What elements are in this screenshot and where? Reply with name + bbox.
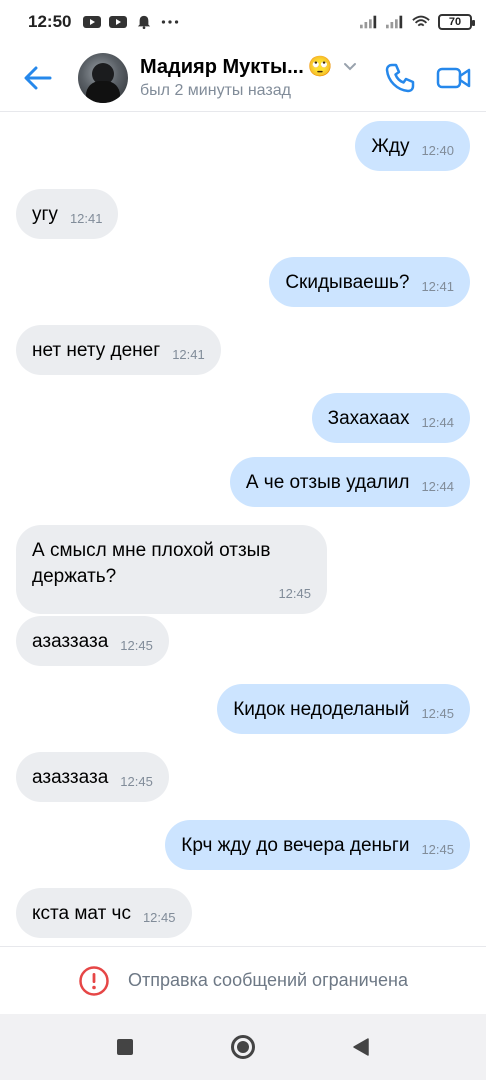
- message-time: 12:41: [172, 347, 205, 362]
- restriction-text: Отправка сообщений ограничена: [128, 970, 408, 990]
- message-incoming[interactable]: угу 12:41: [16, 189, 119, 239]
- message-time: 12:45: [278, 586, 311, 601]
- message-incoming[interactable]: нет нету денег 12:41: [16, 325, 221, 375]
- square-icon: [117, 1039, 133, 1055]
- chevron-down-icon: [343, 63, 356, 71]
- message-time: 12:45: [120, 638, 153, 653]
- triangle-back-icon: [353, 1038, 369, 1056]
- message-outgoing[interactable]: Жду 12:40: [355, 121, 470, 171]
- video-call-button[interactable]: [436, 60, 472, 96]
- youtube-icon: [83, 16, 102, 28]
- recent-apps-button[interactable]: [105, 1027, 145, 1067]
- contact-status: был 2 минуты назад: [140, 81, 291, 99]
- message-outgoing[interactable]: Скидываешь? 12:41: [269, 257, 470, 307]
- message-text: Жду: [371, 136, 410, 157]
- contact-info[interactable]: Мадияр Мукты... 🙄 был 2 минуты назад: [140, 56, 357, 100]
- back-button[interactable]: [10, 50, 66, 106]
- message-outgoing[interactable]: А че отзыв удалил 12:44: [229, 457, 470, 507]
- message-text: азаззаза: [32, 631, 109, 652]
- message-text: азаззаза: [32, 767, 109, 788]
- system-navigation-bar: [0, 1014, 486, 1080]
- arrow-left-icon: [24, 66, 52, 89]
- message-text: нет нету денег: [32, 340, 161, 361]
- home-button[interactable]: [223, 1027, 263, 1067]
- message-incoming[interactable]: азаззаза 12:45: [16, 616, 169, 666]
- signal-icon: [360, 15, 377, 29]
- avatar[interactable]: [78, 52, 128, 103]
- message-incoming[interactable]: А смысл мне плохой отзыв держать? 12:45: [16, 525, 327, 614]
- message-time: 12:40: [421, 143, 454, 158]
- message-text: А смысл мне плохой отзыв держать?: [32, 540, 271, 587]
- signal-icon: [386, 15, 403, 29]
- message-text: угу: [32, 204, 58, 225]
- status-bar: 12:50 70: [0, 0, 486, 44]
- more-dots-icon: [162, 20, 179, 24]
- message-list[interactable]: Жду 12:40 угу 12:41 Скидываешь? 12:41 не…: [0, 113, 486, 945]
- message-outgoing[interactable]: Крч жду до вечера деньги 12:45: [165, 820, 470, 870]
- contact-name: Мадияр Мукты...: [140, 55, 304, 78]
- message-time: 12:45: [421, 706, 454, 721]
- message-text: Кидок недоделаный: [233, 699, 410, 720]
- chat-header: Мадияр Мукты... 🙄 был 2 минуты назад: [0, 44, 486, 112]
- youtube-icon: [109, 16, 128, 28]
- battery-icon: 70: [438, 14, 475, 30]
- message-time: 12:44: [421, 415, 454, 430]
- message-incoming[interactable]: азаззаза 12:45: [16, 752, 169, 802]
- message-time: 12:45: [421, 842, 454, 857]
- notification-bell-icon: [138, 15, 151, 29]
- error-circle-icon: [79, 965, 109, 996]
- message-outgoing[interactable]: Кидок недоделаный 12:45: [217, 684, 470, 734]
- call-button[interactable]: [382, 60, 418, 96]
- status-time: 12:50: [28, 12, 72, 31]
- message-time: 12:41: [421, 279, 454, 294]
- message-text: А че отзыв удалил: [245, 472, 410, 493]
- messaging-restricted-notice: Отправка сообщений ограничена: [0, 946, 486, 1014]
- message-text: Скидываешь?: [285, 272, 410, 293]
- message-text: кста мат чс: [32, 903, 131, 924]
- message-time: 12:45: [120, 774, 153, 789]
- circle-icon: [231, 1035, 255, 1059]
- back-nav-button[interactable]: [341, 1027, 381, 1067]
- video-camera-icon: [436, 67, 471, 88]
- message-outgoing[interactable]: Захахаах 12:44: [311, 393, 470, 443]
- message-incoming[interactable]: кста мат чс 12:45: [16, 888, 192, 938]
- message-time: 12:41: [69, 211, 103, 226]
- message-time: 12:45: [142, 910, 176, 925]
- phone-icon: [385, 63, 415, 92]
- message-time: 12:44: [421, 479, 454, 494]
- wifi-icon: [412, 15, 430, 27]
- rolling-eyes-emoji: 🙄: [307, 56, 333, 78]
- message-text: Захахаах: [327, 408, 410, 429]
- message-text: Крч жду до вечера деньги: [181, 835, 410, 856]
